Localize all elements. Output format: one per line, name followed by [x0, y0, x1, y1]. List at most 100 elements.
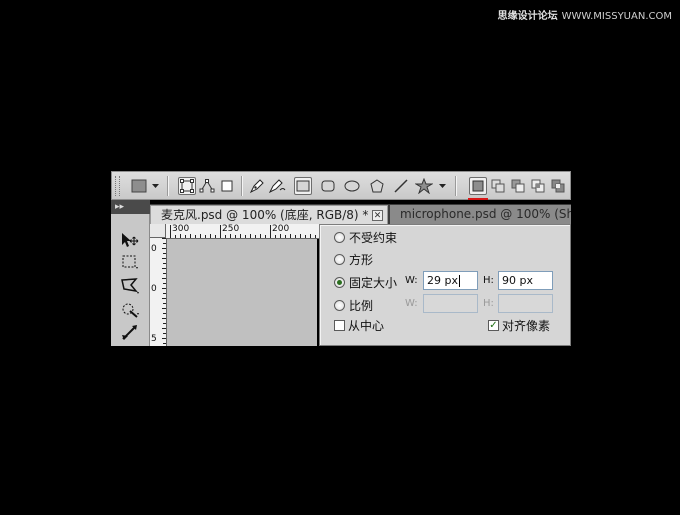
vertical-ruler: 0 0 5 — [150, 238, 167, 346]
add-to-shape-icon[interactable] — [489, 177, 507, 195]
ruler-tick — [265, 235, 266, 238]
ruler-tick — [220, 225, 221, 238]
polygon-icon[interactable] — [368, 177, 386, 195]
new-shape-layer-icon[interactable] — [469, 177, 487, 195]
snap-to-pixels-option[interactable]: ✓ 对齐像素 — [488, 317, 550, 334]
ruler-tick — [185, 235, 186, 238]
ruler-tick — [210, 234, 211, 238]
close-icon[interactable]: ✕ — [372, 210, 383, 221]
radio-label: 固定大小 — [349, 276, 398, 290]
tab-active-document[interactable]: 麦克风.psd @ 100% (底座, RGB/8) * ✕ — [150, 205, 388, 224]
proportional-width-field[interactable] — [423, 294, 478, 313]
ruler-tick — [235, 235, 236, 238]
checkbox-label: 对齐像素 — [502, 319, 551, 333]
ruler-tick — [162, 288, 166, 289]
ellipse-icon[interactable] — [343, 177, 361, 195]
fixed-width-field[interactable]: 29 px — [423, 271, 478, 290]
proportional-height-label: H: — [483, 298, 494, 309]
ruler-tick — [162, 328, 166, 329]
radio-proportional[interactable] — [334, 300, 345, 311]
from-center-option[interactable]: 从中心 — [334, 317, 384, 334]
ruler-tick — [163, 283, 166, 284]
ruler-tick — [163, 263, 166, 264]
fixed-width-value: 29 px — [427, 274, 458, 287]
geometry-options-arrow-icon[interactable] — [437, 177, 447, 195]
ruler-tick — [163, 343, 166, 344]
separator — [241, 176, 243, 196]
radio-fixed-size[interactable] — [334, 277, 345, 288]
tab-inactive-document[interactable]: microphone.psd @ 100% (Shap — [390, 205, 571, 224]
ruler-tick — [275, 235, 276, 238]
lasso-tool-icon[interactable] — [119, 276, 141, 296]
proportional-height-field[interactable] — [498, 294, 553, 313]
pen-icon[interactable] — [248, 177, 266, 195]
freeform-pen-icon[interactable] — [268, 177, 286, 195]
ruler-tick — [170, 225, 171, 238]
ruler-label: 300 — [172, 224, 190, 234]
radio-label: 不受约束 — [349, 231, 398, 245]
custom-shape-icon[interactable] — [415, 177, 433, 195]
shape-layers-mode-icon[interactable] — [178, 177, 196, 195]
ruler-tick — [163, 323, 166, 324]
radio-square[interactable] — [334, 254, 345, 265]
ruler-label: 5 — [151, 334, 157, 344]
ruler-origin[interactable] — [150, 224, 166, 238]
active-mode-highlight — [468, 198, 488, 200]
ruler-tick — [163, 273, 166, 274]
tab-label: microphone.psd @ 100% (Shap — [400, 207, 571, 221]
ruler-tick — [163, 333, 166, 334]
line-icon[interactable] — [392, 177, 410, 195]
quick-selection-tool-icon[interactable] — [119, 300, 141, 320]
ruler-tick — [280, 234, 281, 238]
ruler-tick — [162, 308, 166, 309]
rectangle-icon[interactable] — [294, 177, 312, 195]
ruler-tick — [163, 303, 166, 304]
watermark: 思缘设计论坛 WWW.MISSYUAN.COM — [498, 7, 672, 22]
dropdown-arrow-icon[interactable] — [150, 177, 160, 195]
ruler-tick — [255, 235, 256, 238]
ruler-tick — [300, 234, 301, 238]
tool-options-bar — [111, 171, 571, 200]
shape-layers-icon[interactable] — [130, 177, 148, 195]
radio-unconstrained[interactable] — [334, 232, 345, 243]
options-bar-grip[interactable] — [115, 176, 120, 196]
marquee-tool-icon[interactable] — [119, 252, 141, 272]
ruler-tick — [180, 234, 181, 238]
ruler-tick — [205, 235, 206, 238]
ruler-label: 250 — [222, 224, 240, 234]
subtract-shape-icon[interactable] — [509, 177, 527, 195]
ruler-tick — [260, 234, 261, 238]
horizontal-ruler: 300 250 200 — [150, 224, 320, 239]
ruler-tick — [162, 248, 166, 249]
checkbox-label: 从中心 — [348, 319, 385, 333]
checkbox-from-center[interactable] — [334, 320, 345, 331]
ruler-tick — [162, 268, 166, 269]
collapse-panel-button[interactable]: ▸▸ — [111, 200, 150, 214]
ruler-tick — [163, 243, 166, 244]
radio-label: 方形 — [349, 253, 374, 267]
fixed-size-option[interactable]: 固定大小 — [334, 274, 397, 291]
fixed-width-label: W: — [405, 275, 418, 286]
ruler-tick — [162, 338, 166, 339]
paths-mode-icon[interactable] — [198, 177, 216, 195]
unconstrained-option[interactable]: 不受约束 — [334, 229, 397, 246]
intersect-shape-icon[interactable] — [529, 177, 547, 195]
ruler-tick — [163, 253, 166, 254]
ruler-tick — [162, 298, 166, 299]
tab-label: 麦克风.psd @ 100% (底座, RGB/8) * — [161, 208, 369, 222]
square-option[interactable]: 方形 — [334, 251, 373, 268]
exclude-shape-icon[interactable] — [549, 177, 567, 195]
checkbox-snap-to-pixels[interactable]: ✓ — [488, 320, 499, 331]
ruler-tick — [245, 235, 246, 238]
fixed-height-field[interactable]: 90 px — [498, 271, 553, 290]
ruler-tick — [230, 234, 231, 238]
separator — [167, 176, 169, 196]
rounded-rectangle-icon[interactable] — [319, 177, 337, 195]
watermark-cn: 思缘设计论坛 — [497, 11, 558, 22]
document-canvas[interactable] — [167, 239, 317, 346]
proportional-option[interactable]: 比例 — [334, 297, 373, 314]
move-tool-icon[interactable] — [119, 230, 141, 250]
crop-tool-icon[interactable] — [119, 323, 141, 343]
ruler-tick — [190, 234, 191, 238]
fill-pixels-mode-icon[interactable] — [218, 177, 236, 195]
